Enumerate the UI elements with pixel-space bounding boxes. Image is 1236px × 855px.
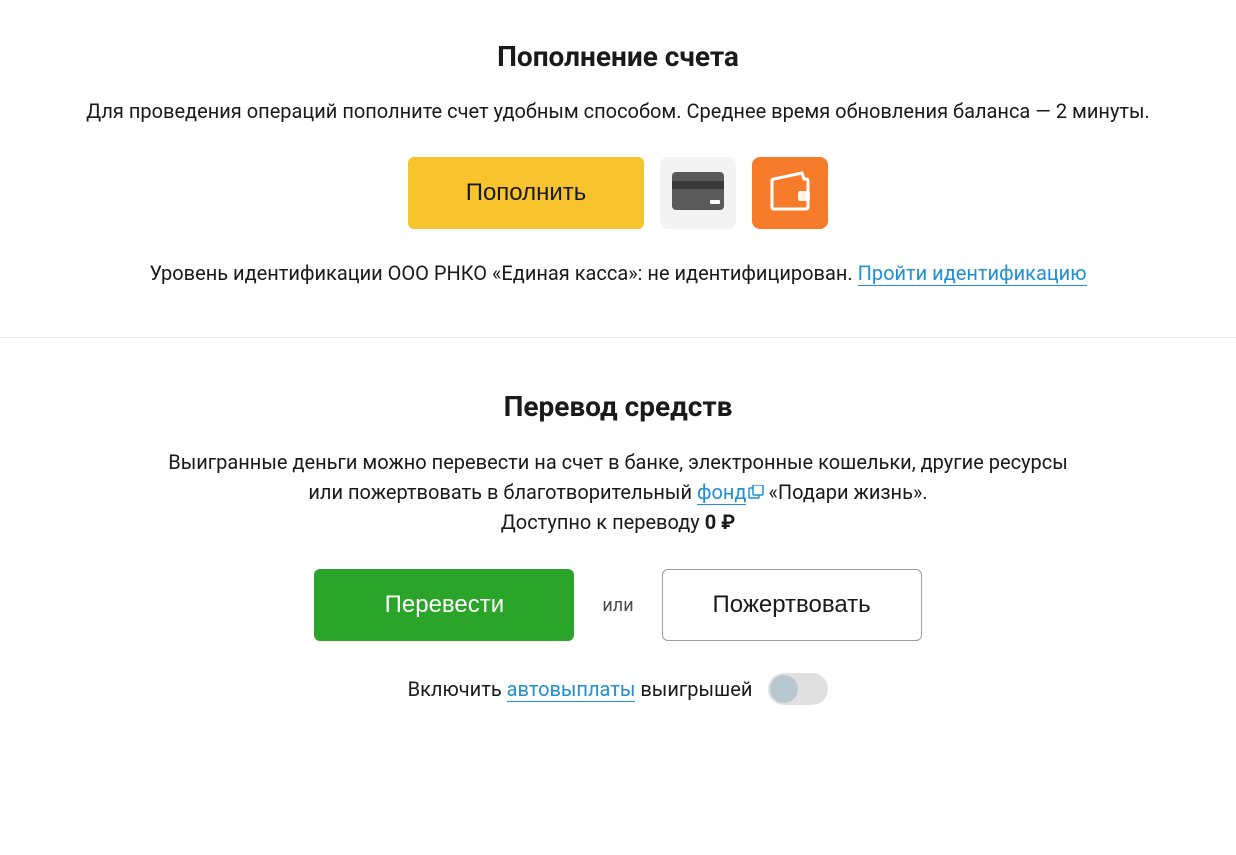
deposit-button[interactable]: Пополнить bbox=[408, 157, 644, 229]
external-link-icon bbox=[748, 477, 764, 507]
identification-status: Уровень идентификации ООО РНКО «Единая к… bbox=[40, 261, 1196, 285]
transfer-button-row: Перевести или Пожертвовать bbox=[40, 569, 1196, 641]
autopay-pre: Включить bbox=[408, 677, 507, 701]
available-to-transfer: Доступно к переводу 0 ₽ bbox=[40, 507, 1196, 537]
autopay-toggle[interactable] bbox=[768, 673, 828, 705]
autopay-link[interactable]: автовыплаты bbox=[507, 677, 636, 702]
identification-link[interactable]: Пройти идентификацию bbox=[858, 261, 1087, 286]
section-divider bbox=[0, 337, 1236, 338]
donate-button[interactable]: Пожертвовать bbox=[662, 569, 922, 641]
available-label: Доступно к переводу bbox=[501, 510, 705, 534]
transfer-title: Перевод средств bbox=[40, 390, 1196, 423]
transfer-description: Выигранные деньги можно перевести на сче… bbox=[40, 447, 1196, 537]
transfer-desc-pre: или пожертвовать в благотворительный bbox=[308, 480, 697, 504]
wallet-icon bbox=[768, 171, 812, 215]
transfer-button[interactable]: Перевести bbox=[314, 569, 574, 641]
credit-card-icon bbox=[672, 172, 724, 214]
deposit-title: Пополнение счета bbox=[40, 40, 1196, 73]
autopay-label: Включить автовыплаты выигрышей bbox=[408, 677, 753, 701]
deposit-section: Пополнение счета Для проведения операций… bbox=[0, 20, 1236, 305]
deposit-description: Для проведения операций пополните счет у… bbox=[40, 97, 1196, 125]
available-amount: 0 ₽ bbox=[705, 510, 736, 534]
or-text: или bbox=[602, 595, 633, 616]
transfer-description-line1: Выигранные деньги можно перевести на сче… bbox=[40, 447, 1196, 477]
transfer-desc-post: «Подари жизнь». bbox=[768, 480, 927, 504]
deposit-button-row: Пополнить bbox=[40, 157, 1196, 229]
card-payment-option[interactable] bbox=[660, 157, 736, 229]
wallet-payment-option[interactable] bbox=[752, 157, 828, 229]
fund-link[interactable]: фонд bbox=[697, 480, 747, 505]
toggle-knob bbox=[770, 675, 798, 703]
autopay-row: Включить автовыплаты выигрышей bbox=[40, 673, 1196, 705]
transfer-section: Перевод средств Выигранные деньги можно … bbox=[0, 370, 1236, 725]
transfer-description-line2: или пожертвовать в благотворительный фон… bbox=[40, 477, 1196, 507]
autopay-post: выигрышей bbox=[635, 677, 752, 701]
identification-text: Уровень идентификации ООО РНКО «Единая к… bbox=[149, 261, 857, 285]
